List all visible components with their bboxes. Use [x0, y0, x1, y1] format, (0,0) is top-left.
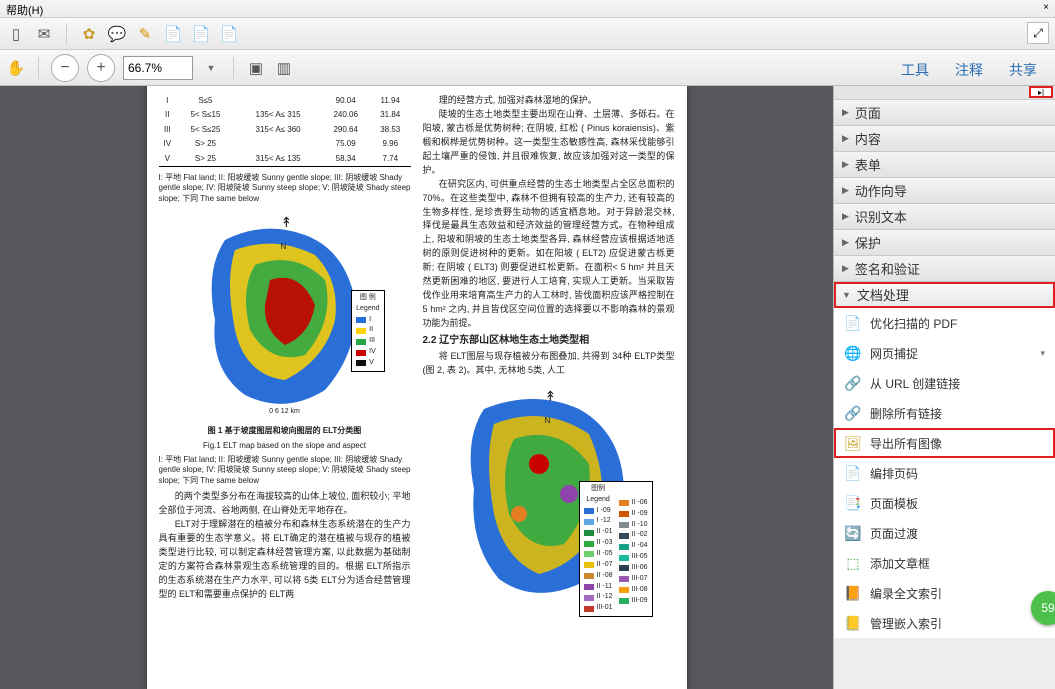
expand-icon[interactable]: ⤢ — [1027, 22, 1049, 44]
tools-sidebar: ▸| ▶页面 ▶内容 ▶表单 ▶动作向导 ▶识别文本 ▶保护 ▶签名和验证 ▼文… — [833, 86, 1055, 689]
link-add-icon: 🔗 — [844, 374, 862, 392]
tool-url-link[interactable]: 🔗从 URL 创建链接 — [834, 368, 1055, 398]
page-gear-icon: 📄 — [844, 314, 862, 332]
fig1-caption-cn: 图 1 基于坡度图层和坡向图层的 ELT分类图 — [159, 426, 411, 436]
zoom-input[interactable] — [123, 56, 193, 80]
document-view[interactable]: IS≤590.0411.94 II5< S≤15135< A≤ 315240.0… — [0, 86, 833, 689]
figure-1-map: ↟N 图 例 Legend I II III IV V — [185, 210, 385, 420]
index-icon: 📙 — [844, 584, 862, 602]
panel-page[interactable]: ▶页面 — [834, 100, 1055, 126]
legend-box-1: 图 例 Legend I II III IV V — [351, 290, 384, 372]
scale-bar: 0 6 12 km — [269, 407, 300, 418]
left-para-1: 的两个类型多分布在海拔较高的山体上坡位, 面积较小; 平地全部位于河流、谷地两侧… — [159, 490, 411, 518]
tool-page-numbers[interactable]: 📄编排页码 — [834, 458, 1055, 488]
sidebar-toggle[interactable]: ▸| — [834, 86, 1055, 100]
tool-optimize-scan[interactable]: 📄优化扫描的 PDF — [834, 308, 1055, 338]
fit-width-icon[interactable]: ▥ — [274, 58, 294, 78]
table-footnote: I: 平地 Flat land; II: 阳坡缓坡 Sunny gentle s… — [159, 173, 411, 204]
tool-delete-links[interactable]: 🔗删除所有链接 — [834, 398, 1055, 428]
transition-icon: 🔄 — [844, 524, 862, 542]
link-remove-icon: 🔗 — [844, 404, 862, 422]
remove-page-icon[interactable]: 📄 — [163, 24, 183, 44]
template-icon: 📑 — [844, 494, 862, 512]
tool-page-template[interactable]: 📑页面模板 — [834, 488, 1055, 518]
right-para-1: 理的经营方式, 加强对森林湿地的保护。 — [423, 94, 675, 108]
right-para-2: 陡坡的生态土地类型主要出现在山脊、土层薄、多砾石。在阳坡, 蒙古栎是优势树种; … — [423, 108, 675, 178]
tab-tools[interactable]: 工具 — [891, 56, 939, 84]
globe-icon: 🌐 — [844, 344, 862, 362]
right-para-3: 在研究区内, 可供重点经营的生态土地类型占全区总面积的 70%。在这些类型中, … — [423, 178, 675, 331]
zoom-out-button[interactable]: − — [51, 54, 79, 82]
section-2-2-title: 2.2 辽宁东部山区林地生态土地类型相 — [423, 333, 675, 349]
tool-fulltext-index[interactable]: 📙编录全文索引 — [834, 578, 1055, 608]
edit-comment-icon[interactable]: ✎ — [135, 24, 155, 44]
legend-box-2: 图例 Legend I -09I -12II -01II -03II -05II… — [579, 481, 653, 617]
right-para-4: 将 ELT图层与现存植被分布图叠加, 共得到 34种 ELTP类型 (图 2, … — [423, 350, 675, 378]
panel-content[interactable]: ▶内容 — [834, 126, 1055, 152]
fig1-caption-en: Fig.1 ELT map based on the slope and asp… — [159, 441, 411, 451]
tool-export-images[interactable]: 🖼导出所有图像 — [834, 428, 1055, 458]
tab-annot[interactable]: 注释 — [945, 56, 993, 84]
tab-share[interactable]: 共享 — [999, 56, 1047, 84]
north-arrow-icon: ↟N — [545, 386, 557, 429]
panel-doc-processing[interactable]: ▼文档处理 — [834, 282, 1055, 308]
export-page-icon[interactable]: 📄 — [219, 24, 239, 44]
pdf-page: IS≤590.0411.94 II5< S≤15135< A≤ 315240.0… — [147, 86, 687, 689]
fig1-note: I: 平地 Flat land; II: 阳坡缓坡 Sunny gentle s… — [159, 455, 411, 486]
chevron-down-icon: ▾ — [1040, 348, 1045, 359]
tool-web-capture[interactable]: 🌐网页捕捉▾ — [834, 338, 1055, 368]
panel-action-wizard[interactable]: ▶动作向导 — [834, 178, 1055, 204]
panel-forms[interactable]: ▶表单 — [834, 152, 1055, 178]
tool-page-transition[interactable]: 🔄页面过渡 — [834, 518, 1055, 548]
north-arrow-icon: ↟N — [281, 212, 293, 255]
article-box-icon: ⬚ — [844, 554, 862, 572]
image-export-icon: 🖼 — [844, 434, 862, 452]
data-table: IS≤590.0411.94 II5< S≤15135< A≤ 315240.0… — [159, 94, 411, 169]
embed-index-icon: 📒 — [844, 614, 862, 632]
zoom-dropdown-icon[interactable]: ▼ — [201, 58, 221, 78]
gear-icon[interactable]: ✿ — [79, 24, 99, 44]
doc-processing-body: 📄优化扫描的 PDF 🌐网页捕捉▾ 🔗从 URL 创建链接 🔗删除所有链接 🖼导… — [834, 308, 1055, 638]
panel-recognize-text[interactable]: ▶识别文本 — [834, 204, 1055, 230]
zoom-in-button[interactable]: + — [87, 54, 115, 82]
tool-add-article-box[interactable]: ⬚添加文章框 — [834, 548, 1055, 578]
hdd-icon[interactable]: ▯ — [6, 24, 26, 44]
page-number-icon: 📄 — [844, 464, 862, 482]
tool-embed-index[interactable]: 📒管理嵌入索引 — [834, 608, 1055, 638]
figure-2-map: ↟N 图例 Legend I -09I -12II -01II -03II -0… — [449, 384, 649, 614]
left-para-2: ELT对于理解潜在的植被分布和森林生态系统潜在的生产力具有重要的生态学意义。将 … — [159, 518, 411, 602]
pan-icon[interactable]: ✋ — [6, 58, 26, 78]
close-icon[interactable]: × — [1043, 2, 1049, 13]
fit-page-icon[interactable]: ▣ — [246, 58, 266, 78]
mail-icon[interactable]: ✉ — [34, 24, 54, 44]
panel-sign[interactable]: ▶签名和验证 — [834, 256, 1055, 282]
collapse-icon[interactable]: ▸| — [1029, 86, 1053, 98]
panel-protect[interactable]: ▶保护 — [834, 230, 1055, 256]
help-menu[interactable]: 帮助(H) — [6, 5, 43, 17]
add-page-icon[interactable]: 📄 — [191, 24, 211, 44]
comment-icon[interactable]: 💬 — [107, 24, 127, 44]
